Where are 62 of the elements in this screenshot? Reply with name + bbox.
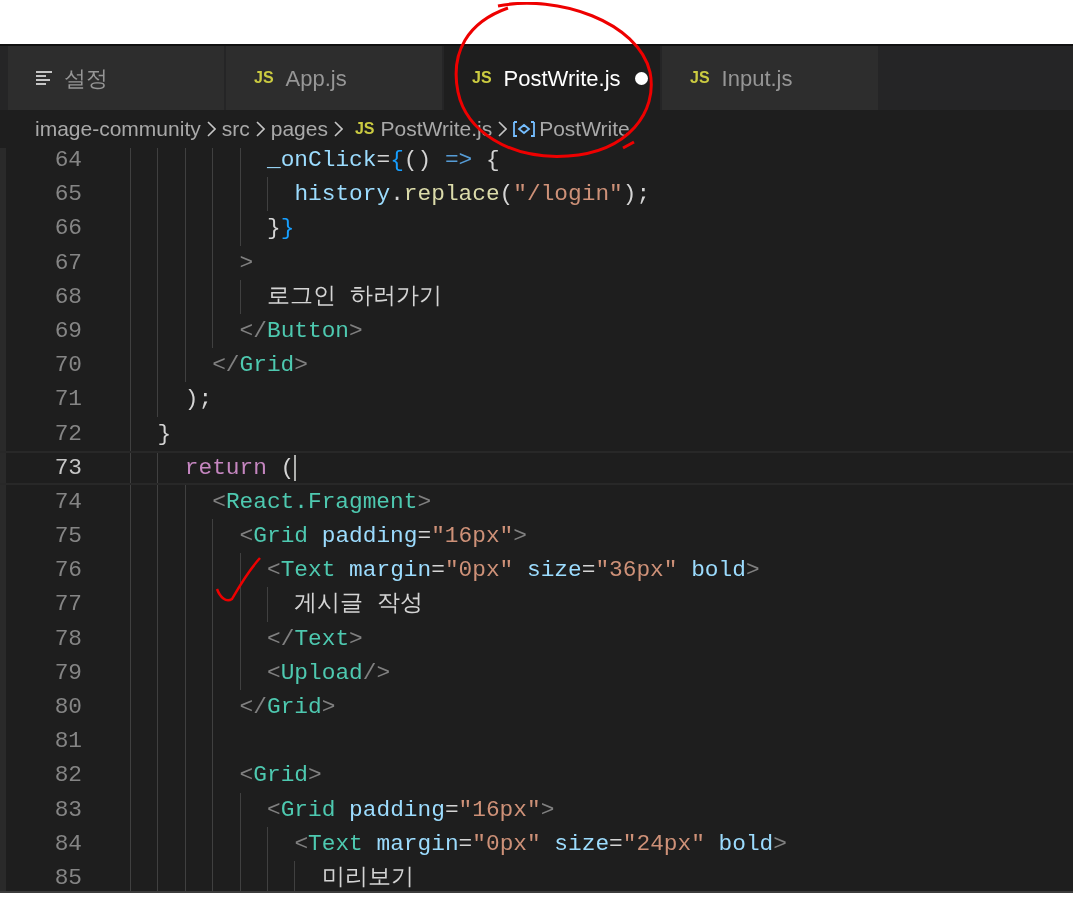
line-number: 72 — [53, 419, 82, 449]
chevron-right-icon — [206, 121, 216, 137]
breadcrumb-item[interactable]: image-community — [35, 113, 201, 145]
code-line: 게시글 작성 — [294, 590, 424, 620]
line-number: 70 — [53, 351, 82, 381]
list-icon — [36, 71, 52, 85]
line-number: 84 — [53, 829, 82, 859]
code-line: history.replace("/login"); — [294, 180, 651, 210]
code-line: <Text margin="0px" size="36px" bold> — [267, 556, 760, 586]
line-number: 85 — [53, 863, 82, 891]
symbol-icon — [513, 120, 536, 138]
chevron-right-icon — [255, 121, 265, 137]
code-line: </Button> — [239, 316, 363, 346]
js-file-icon: JS — [472, 66, 492, 90]
editor-tab[interactable]: JS App.js — [226, 46, 442, 110]
code-line: _onClick={() => { — [267, 148, 500, 175]
code-line: return ( — [184, 453, 297, 483]
code-line: </Grid> — [239, 693, 336, 722]
line-number: 81 — [53, 727, 82, 757]
js-file-icon: JS — [254, 66, 274, 90]
line-number: 80 — [53, 693, 82, 722]
chevron-right-icon — [498, 121, 508, 137]
line-number: 78 — [53, 624, 82, 654]
breadcrumb-item[interactable]: PostWrite — [539, 113, 630, 145]
js-file-icon: JS — [690, 66, 710, 90]
code-line: <React.Fragment> — [212, 487, 432, 517]
line-number: 67 — [53, 248, 82, 278]
code-line: <Grid> — [239, 761, 322, 791]
code-line: 로그인 하러가기 — [267, 282, 442, 312]
code-line: }} — [267, 214, 295, 244]
line-number: 79 — [53, 658, 82, 688]
editor-tab[interactable]: JS PostWrite.js — [444, 46, 660, 110]
code-line: ); — [184, 385, 213, 415]
code-line: } — [157, 419, 172, 449]
code-line: <Upload/> — [267, 658, 391, 688]
editor-tab[interactable]: 설정 — [8, 46, 224, 110]
code-line: 미리보기 — [321, 863, 414, 891]
code-line: <Grid padding="16px"> — [239, 522, 527, 552]
code-line: </Text> — [267, 624, 363, 654]
line-number: 82 — [53, 761, 82, 791]
code-line: <Text margin="0px" size="24px" bold> — [294, 829, 787, 859]
code-line: > — [239, 248, 254, 278]
js-file-icon: JS — [354, 117, 375, 141]
line-number: 74 — [53, 487, 82, 517]
line-number: 75 — [53, 522, 82, 552]
code-line: </Grid> — [212, 351, 308, 381]
line-number: 66 — [53, 214, 82, 244]
line-number: 73 — [53, 453, 82, 483]
line-number: 65 — [53, 180, 82, 210]
chevron-right-icon — [333, 121, 343, 137]
line-number: 69 — [53, 316, 82, 346]
line-number: 64 — [53, 148, 82, 175]
line-number: 68 — [53, 282, 82, 312]
text-cursor — [294, 454, 297, 481]
line-number: 77 — [53, 590, 82, 620]
breadcrumb-item[interactable]: pages — [270, 113, 328, 145]
code-line: <Grid padding="16px"> — [267, 795, 555, 825]
line-number: 83 — [53, 795, 82, 825]
breadcrumb-item[interactable]: src — [221, 113, 250, 145]
line-number: 76 — [53, 556, 82, 586]
editor-tab[interactable]: JS Input.js — [662, 46, 878, 110]
line-number: 71 — [53, 385, 82, 415]
